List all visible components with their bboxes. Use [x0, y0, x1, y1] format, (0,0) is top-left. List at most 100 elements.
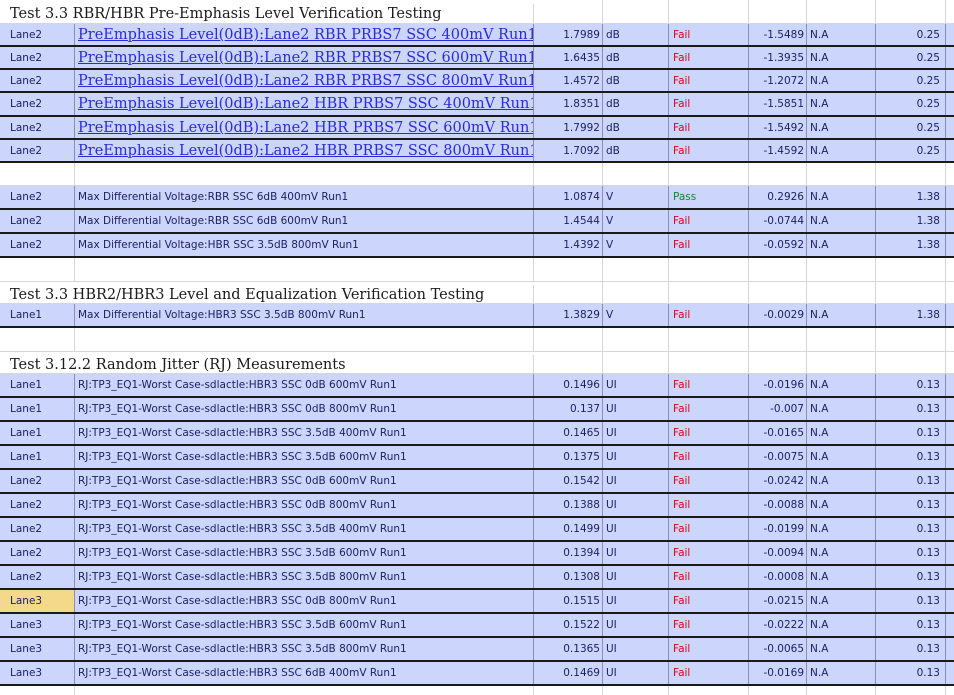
spreadsheet-grid[interactable]: Test 3.3 RBR/HBR Pre-Emphasis Level Veri… — [0, 0, 954, 695]
limit-cell: 0.13 — [876, 518, 946, 540]
result-cell: Fail — [669, 93, 749, 115]
table-row[interactable]: Lane2 PreEmphasis Level(0dB):Lane2 RBR P… — [0, 47, 954, 70]
margin-cell: -0.0165 — [749, 422, 807, 444]
table-row[interactable]: Lane3 RJ:TP3_EQ1-Worst Case-sdlactle:HBR… — [0, 638, 954, 662]
test-name-link[interactable]: PreEmphasis Level(0dB):Lane2 HBR PRBS7 S… — [75, 140, 534, 161]
unit-cell: UI — [603, 590, 669, 612]
lane-cell: Lane2 — [0, 494, 75, 516]
section-header-row[interactable]: Test 3.3 RBR/HBR Pre-Emphasis Level Veri… — [0, 0, 954, 24]
table-row[interactable]: Lane2 RJ:TP3_EQ1-Worst Case-sdlactle:HBR… — [0, 542, 954, 566]
result-cell: Fail — [669, 210, 749, 232]
measured-value: 1.8351 — [534, 93, 603, 115]
test-name-link[interactable]: PreEmphasis Level(0dB):Lane2 RBR PRBS7 S… — [75, 70, 534, 91]
margin-cell: -0.007 — [749, 398, 807, 420]
na-cell: N.A — [807, 398, 876, 420]
na-cell: N.A — [807, 304, 876, 326]
margin-cell: -0.0088 — [749, 494, 807, 516]
unit-cell: UI — [603, 662, 669, 684]
test-name-cell: RJ:TP3_EQ1-Worst Case-sdlactle:HBR3 SSC … — [75, 662, 534, 684]
na-cell: N.A — [807, 210, 876, 232]
test-name-cell: RJ:TP3_EQ1-Worst Case-sdlactle:HBR3 SSC … — [75, 470, 534, 492]
table-row[interactable]: Lane3 RJ:TP3_EQ1-Worst Case-sdlactle:HBR… — [0, 590, 954, 614]
unit-cell: UI — [603, 518, 669, 540]
table-row[interactable]: Lane1 RJ:TP3_EQ1-Worst Case-sdlactle:HBR… — [0, 398, 954, 422]
lane-cell: Lane3 — [0, 638, 75, 660]
lane-cell: Lane1 — [0, 398, 75, 420]
test-name-link[interactable]: PreEmphasis Level(0dB):Lane2 RBR PRBS7 S… — [75, 47, 534, 68]
result-cell: Fail — [669, 518, 749, 540]
margin-cell: 0.2926 — [749, 186, 807, 208]
limit-cell: 0.13 — [876, 374, 946, 396]
lane-cell: Lane3 — [0, 662, 75, 684]
unit-cell: UI — [603, 614, 669, 636]
na-cell: N.A — [807, 117, 876, 138]
table-row[interactable]: Lane2 RJ:TP3_EQ1-Worst Case-sdlactle:HBR… — [0, 566, 954, 590]
table-row[interactable]: Lane2 Max Differential Voltage:RBR SSC 6… — [0, 186, 954, 210]
result-cell: Fail — [669, 662, 749, 684]
limit-cell: 0.25 — [876, 47, 946, 68]
lane-cell: Lane1 — [0, 304, 75, 326]
test-name-cell: Max Differential Voltage:RBR SSC 6dB 600… — [75, 210, 534, 232]
margin-cell: -0.0075 — [749, 446, 807, 468]
measured-value: 0.1515 — [534, 590, 603, 612]
limit-cell: 0.25 — [876, 24, 946, 45]
margin-cell: -0.0242 — [749, 470, 807, 492]
empty-row[interactable] — [0, 163, 954, 186]
na-cell: N.A — [807, 70, 876, 91]
margin-cell: -0.0094 — [749, 542, 807, 564]
table-row[interactable]: Lane2 RJ:TP3_EQ1-Worst Case-sdlactle:HBR… — [0, 470, 954, 494]
table-row[interactable]: Lane1 Max Differential Voltage:HBR3 SSC … — [0, 304, 954, 328]
empty-row[interactable] — [0, 258, 954, 282]
na-cell: N.A — [807, 590, 876, 612]
test-name-cell: RJ:TP3_EQ1-Worst Case-sdlactle:HBR3 SSC … — [75, 638, 534, 660]
measured-value: 0.1365 — [534, 638, 603, 660]
table-row[interactable]: Lane2 RJ:TP3_EQ1-Worst Case-sdlactle:HBR… — [0, 518, 954, 542]
table-row[interactable]: Lane1 RJ:TP3_EQ1-Worst Case-sdlactle:HBR… — [0, 422, 954, 446]
table-row[interactable]: Lane2 PreEmphasis Level(0dB):Lane2 RBR P… — [0, 24, 954, 47]
unit-cell: dB — [603, 47, 669, 68]
na-cell: N.A — [807, 470, 876, 492]
na-cell: N.A — [807, 140, 876, 161]
measured-value: 1.4392 — [534, 234, 603, 256]
empty-row[interactable] — [0, 328, 954, 352]
test-name-link[interactable]: PreEmphasis Level(0dB):Lane2 RBR PRBS7 S… — [75, 24, 534, 45]
na-cell: N.A — [807, 494, 876, 516]
na-cell: N.A — [807, 93, 876, 115]
limit-cell: 0.13 — [876, 494, 946, 516]
unit-cell: UI — [603, 566, 669, 588]
measured-value: 0.1499 — [534, 518, 603, 540]
result-cell: Fail — [669, 304, 749, 326]
test-name-cell: RJ:TP3_EQ1-Worst Case-sdlactle:HBR3 SSC … — [75, 590, 534, 612]
table-row[interactable]: Lane2 Max Differential Voltage:HBR SSC 3… — [0, 234, 954, 258]
section-header-row[interactable]: Test 3.12.2 Random Jitter (RJ) Measureme… — [0, 352, 954, 375]
measured-value: 1.3829 — [534, 304, 603, 326]
limit-cell: 0.13 — [876, 398, 946, 420]
table-row[interactable]: Lane2 RJ:TP3_EQ1-Worst Case-sdlactle:HBR… — [0, 494, 954, 518]
limit-cell: 0.25 — [876, 93, 946, 115]
measured-value: 1.7092 — [534, 140, 603, 161]
result-cell: Pass — [669, 186, 749, 208]
na-cell: N.A — [807, 638, 876, 660]
empty-row[interactable] — [0, 686, 954, 695]
test-name-cell: RJ:TP3_EQ1-Worst Case-sdlactle:HBR3 SSC … — [75, 422, 534, 444]
test-name-link[interactable]: PreEmphasis Level(0dB):Lane2 HBR PRBS7 S… — [75, 93, 534, 115]
test-name-link[interactable]: PreEmphasis Level(0dB):Lane2 HBR PRBS7 S… — [75, 117, 534, 138]
unit-cell: UI — [603, 446, 669, 468]
table-row[interactable]: Lane2 PreEmphasis Level(0dB):Lane2 HBR P… — [0, 93, 954, 117]
measured-value: 0.1308 — [534, 566, 603, 588]
table-row[interactable]: Lane1 RJ:TP3_EQ1-Worst Case-sdlactle:HBR… — [0, 374, 954, 398]
table-row[interactable]: Lane1 RJ:TP3_EQ1-Worst Case-sdlactle:HBR… — [0, 446, 954, 470]
result-cell: Fail — [669, 24, 749, 45]
table-row[interactable]: Lane3 RJ:TP3_EQ1-Worst Case-sdlactle:HBR… — [0, 614, 954, 638]
table-row[interactable]: Lane2 PreEmphasis Level(0dB):Lane2 RBR P… — [0, 70, 954, 93]
table-row[interactable]: Lane2 Max Differential Voltage:RBR SSC 6… — [0, 210, 954, 234]
test-name-cell: RJ:TP3_EQ1-Worst Case-sdlactle:HBR3 SSC … — [75, 518, 534, 540]
margin-cell: -0.0744 — [749, 210, 807, 232]
limit-cell: 0.13 — [876, 542, 946, 564]
section-header-row[interactable]: Test 3.3 HBR2/HBR3 Level and Equalizatio… — [0, 282, 954, 305]
margin-cell: -0.0222 — [749, 614, 807, 636]
table-row[interactable]: Lane2 PreEmphasis Level(0dB):Lane2 HBR P… — [0, 140, 954, 163]
table-row[interactable]: Lane2 PreEmphasis Level(0dB):Lane2 HBR P… — [0, 117, 954, 140]
table-row[interactable]: Lane3 RJ:TP3_EQ1-Worst Case-sdlactle:HBR… — [0, 662, 954, 686]
result-cell: Fail — [669, 234, 749, 256]
